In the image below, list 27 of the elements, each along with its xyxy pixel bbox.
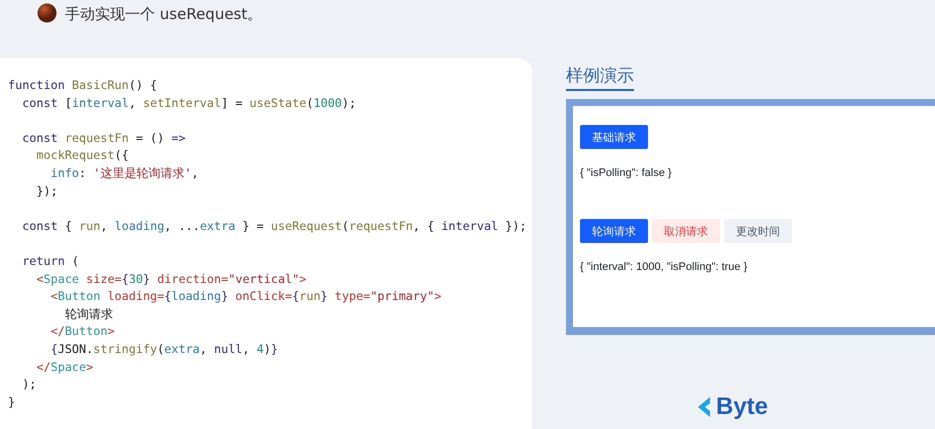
demo-button[interactable]: 基础请求 bbox=[580, 125, 648, 149]
code-line: {JSON.stringify(extra, null, 4)} bbox=[50, 340, 278, 358]
code-line: </Space> bbox=[35, 358, 94, 376]
logo-text: Byte bbox=[716, 393, 768, 421]
chevron-logo-icon bbox=[696, 396, 712, 418]
code-line: const { run, loading, ...extra } = useRequest(requestFn, { interval }); bbox=[21, 218, 527, 235]
demo-button[interactable]: 取消请求 bbox=[652, 219, 720, 243]
slide-heading: 手动实现一个 useRequest。 bbox=[65, 4, 262, 25]
demo-button[interactable]: 更改时间 bbox=[724, 219, 792, 243]
json-output: { "isPolling": false } bbox=[580, 167, 673, 179]
code-line: <Space size={30} direction="vertical"> bbox=[35, 270, 306, 288]
code-line: function BasicRun() { bbox=[8, 77, 158, 94]
code-line: mockRequest({ bbox=[35, 147, 129, 164]
code-line: info: '这里是轮询请求', bbox=[50, 164, 199, 182]
bullet-ball-icon bbox=[37, 3, 57, 23]
code-line: const [interval, setInterval] = useState(1000); bbox=[21, 94, 356, 112]
code-line: return ( bbox=[21, 252, 80, 270]
code-line: ); bbox=[21, 376, 36, 394]
code-line: </Button> bbox=[50, 323, 115, 340]
code-line: 轮询请求 bbox=[64, 306, 113, 323]
demo-button[interactable]: 轮询请求 bbox=[580, 219, 648, 243]
demo-title: 样例演示 bbox=[566, 64, 634, 91]
code-line: <Button loading={loading} onClick={run} type="primary"> bbox=[50, 288, 442, 306]
code-line: } bbox=[8, 394, 16, 411]
code-line: const requestFn = () => bbox=[21, 130, 186, 147]
code-line: }); bbox=[35, 182, 58, 200]
json-output: { "interval": 1000, "isPolling": true } bbox=[580, 261, 748, 273]
